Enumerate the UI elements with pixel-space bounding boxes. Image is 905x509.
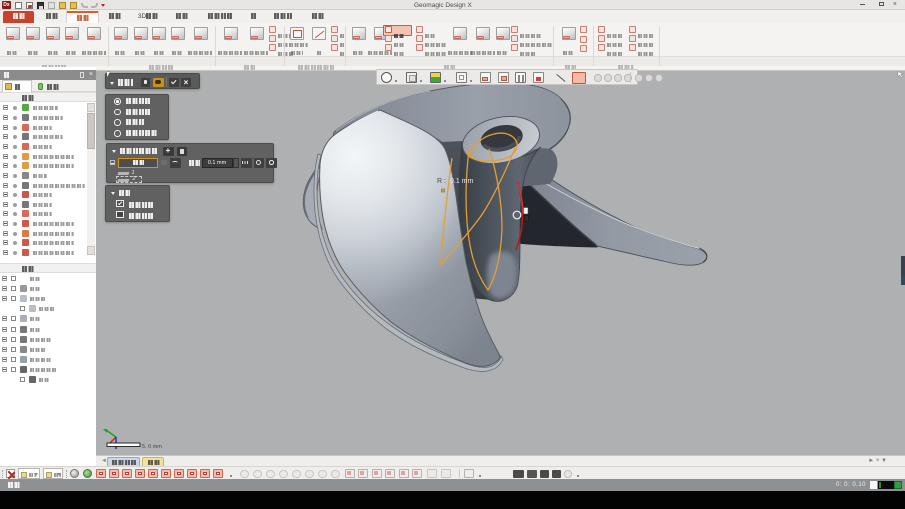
svg-text:5. 0 mm: 5. 0 mm (142, 444, 162, 450)
svg-text:R :: R : (437, 178, 446, 185)
svg-text:0.1 mm: 0.1 mm (450, 178, 474, 185)
